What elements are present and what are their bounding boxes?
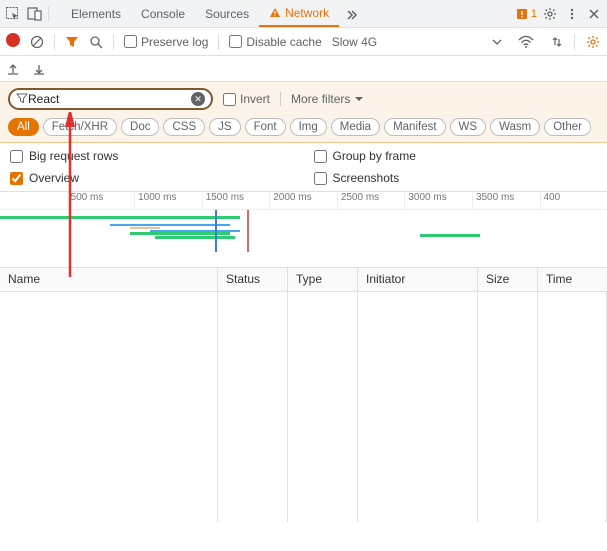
type-chip-manifest[interactable]: Manifest: [384, 118, 445, 136]
filter-input-wrap[interactable]: ✕: [8, 88, 213, 110]
warning-icon: [269, 7, 281, 19]
import-har-icon[interactable]: [32, 62, 46, 76]
record-button[interactable]: [6, 33, 20, 50]
close-devtools-icon[interactable]: [585, 5, 603, 23]
type-chip-img[interactable]: Img: [290, 118, 327, 136]
type-chip-ws[interactable]: WS: [450, 118, 487, 136]
col-name[interactable]: Name: [0, 268, 218, 291]
clear-button[interactable]: [30, 35, 44, 49]
timeline-overview[interactable]: 500 ms 1000 ms 1500 ms 2000 ms 2500 ms 3…: [0, 192, 607, 268]
invert-checkbox[interactable]: Invert: [223, 92, 270, 106]
clear-filter-icon[interactable]: ✕: [191, 92, 205, 106]
col-time[interactable]: Time: [538, 268, 607, 291]
filter-input[interactable]: [28, 92, 191, 106]
col-type[interactable]: Type: [288, 268, 358, 291]
tab-console[interactable]: Console: [131, 0, 195, 27]
disable-cache-checkbox[interactable]: Disable cache: [229, 35, 321, 49]
network-settings-icon[interactable]: [585, 34, 601, 50]
filter-toggle-icon[interactable]: [65, 35, 79, 49]
tab-elements[interactable]: Elements: [61, 0, 131, 27]
import-export-row: [0, 56, 607, 82]
throttling-select[interactable]: Slow 4G: [332, 35, 377, 49]
throttle-dropdown-icon[interactable]: [492, 37, 502, 47]
devtools-tab-bar: Elements Console Sources Network 1: [0, 0, 607, 28]
col-initiator[interactable]: Initiator: [358, 268, 478, 291]
view-options: Big request rows Overview Group by frame…: [0, 143, 607, 192]
inspect-element-icon[interactable]: [4, 5, 22, 23]
type-chip-all[interactable]: All: [8, 118, 39, 136]
tab-network[interactable]: Network: [259, 0, 339, 27]
overview-checkbox[interactable]: Overview: [10, 171, 294, 185]
request-table-body: [0, 292, 607, 522]
more-filters-dropdown[interactable]: More filters: [291, 92, 364, 106]
type-chip-font[interactable]: Font: [245, 118, 286, 136]
type-chip-wasm[interactable]: Wasm: [490, 118, 540, 136]
col-size[interactable]: Size: [478, 268, 538, 291]
filter-area: ✕ Invert More filters All Fetch/XHR Doc …: [0, 82, 607, 143]
type-chip-js[interactable]: JS: [209, 118, 240, 136]
funnel-icon: [16, 93, 28, 105]
type-chip-fetchxhr[interactable]: Fetch/XHR: [43, 118, 117, 136]
tab-sources[interactable]: Sources: [195, 0, 259, 27]
type-chip-media[interactable]: Media: [331, 118, 380, 136]
settings-icon[interactable]: [541, 5, 559, 23]
screenshots-checkbox[interactable]: Screenshots: [314, 171, 598, 185]
timeline-body: [0, 210, 607, 252]
request-type-chips: All Fetch/XHR Doc CSS JS Font Img Media …: [8, 118, 599, 136]
device-toolbar-icon[interactable]: [26, 5, 44, 23]
export-har-icon[interactable]: [6, 62, 20, 76]
more-tabs-icon[interactable]: [343, 5, 361, 23]
kebab-menu-icon[interactable]: [563, 5, 581, 23]
type-chip-doc[interactable]: Doc: [121, 118, 159, 136]
request-table-header: Name Status Type Initiator Size Time: [0, 268, 607, 292]
col-status[interactable]: Status: [218, 268, 288, 291]
group-frame-checkbox[interactable]: Group by frame: [314, 149, 598, 163]
upload-download-icon[interactable]: [550, 35, 564, 49]
issues-button[interactable]: 1: [515, 7, 537, 21]
type-chip-other[interactable]: Other: [544, 118, 591, 136]
timeline-ruler: 500 ms 1000 ms 1500 ms 2000 ms 2500 ms 3…: [0, 192, 607, 210]
big-rows-checkbox[interactable]: Big request rows: [10, 149, 294, 163]
tab-group: Elements Console Sources Network: [61, 0, 339, 27]
wifi-icon[interactable]: [518, 35, 534, 49]
network-toolbar: Preserve log Disable cache Slow 4G: [0, 28, 607, 56]
preserve-log-checkbox[interactable]: Preserve log: [124, 35, 208, 49]
type-chip-css[interactable]: CSS: [163, 118, 205, 136]
search-icon[interactable]: [89, 35, 103, 49]
